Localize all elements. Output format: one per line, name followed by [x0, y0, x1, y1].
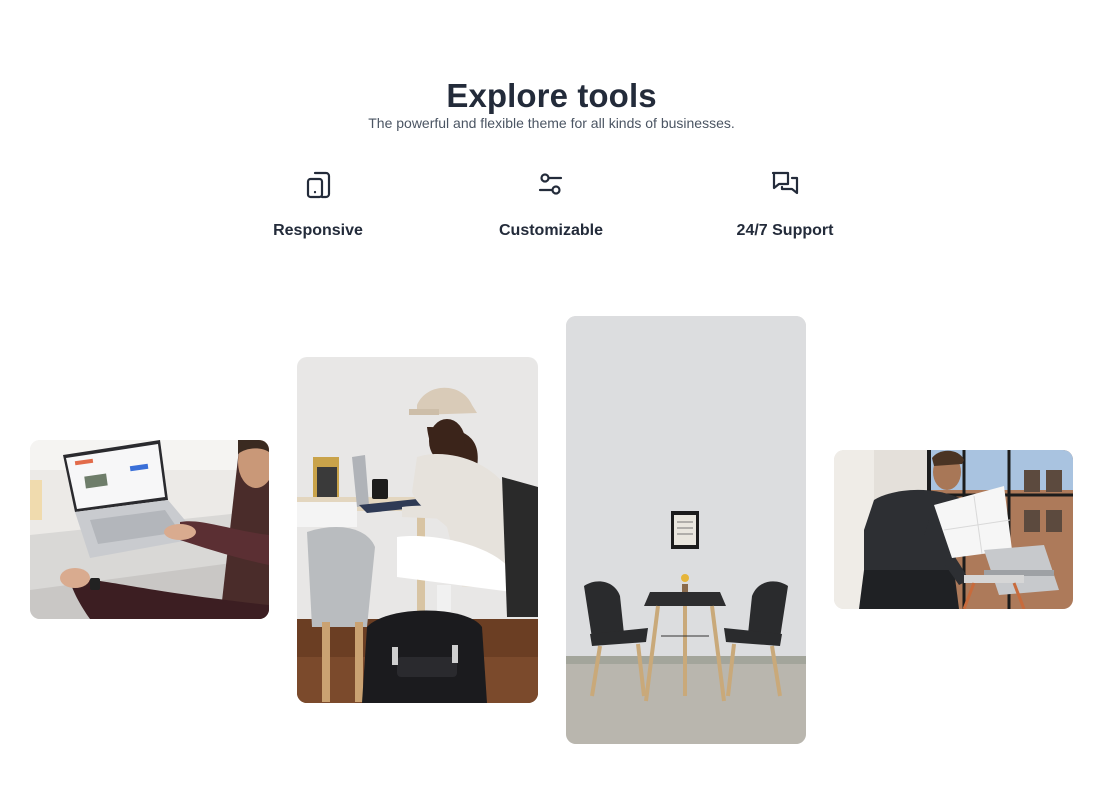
- feature-customizable: Customizable: [451, 168, 651, 240]
- cafe-table-chairs-photo: [566, 316, 806, 744]
- man-working-at-desk-photo: [297, 357, 538, 703]
- feature-responsive: Responsive: [218, 168, 418, 240]
- chat-bubbles-icon: [769, 168, 801, 200]
- sliders-icon: [535, 168, 567, 200]
- feature-label: Responsive: [273, 222, 363, 239]
- feature-label: Customizable: [498, 222, 603, 239]
- laptop-typing-photo: [30, 440, 269, 619]
- feature-label: 24/7 Support: [736, 222, 834, 239]
- section-title: Explore tools: [446, 77, 657, 115]
- section-subtitle: The powerful and flexible theme for all …: [368, 115, 735, 131]
- man-opening-laptop-photo: [834, 450, 1073, 609]
- tablet-device-icon: [302, 168, 334, 200]
- feature-support: 24/7 Support: [685, 168, 885, 240]
